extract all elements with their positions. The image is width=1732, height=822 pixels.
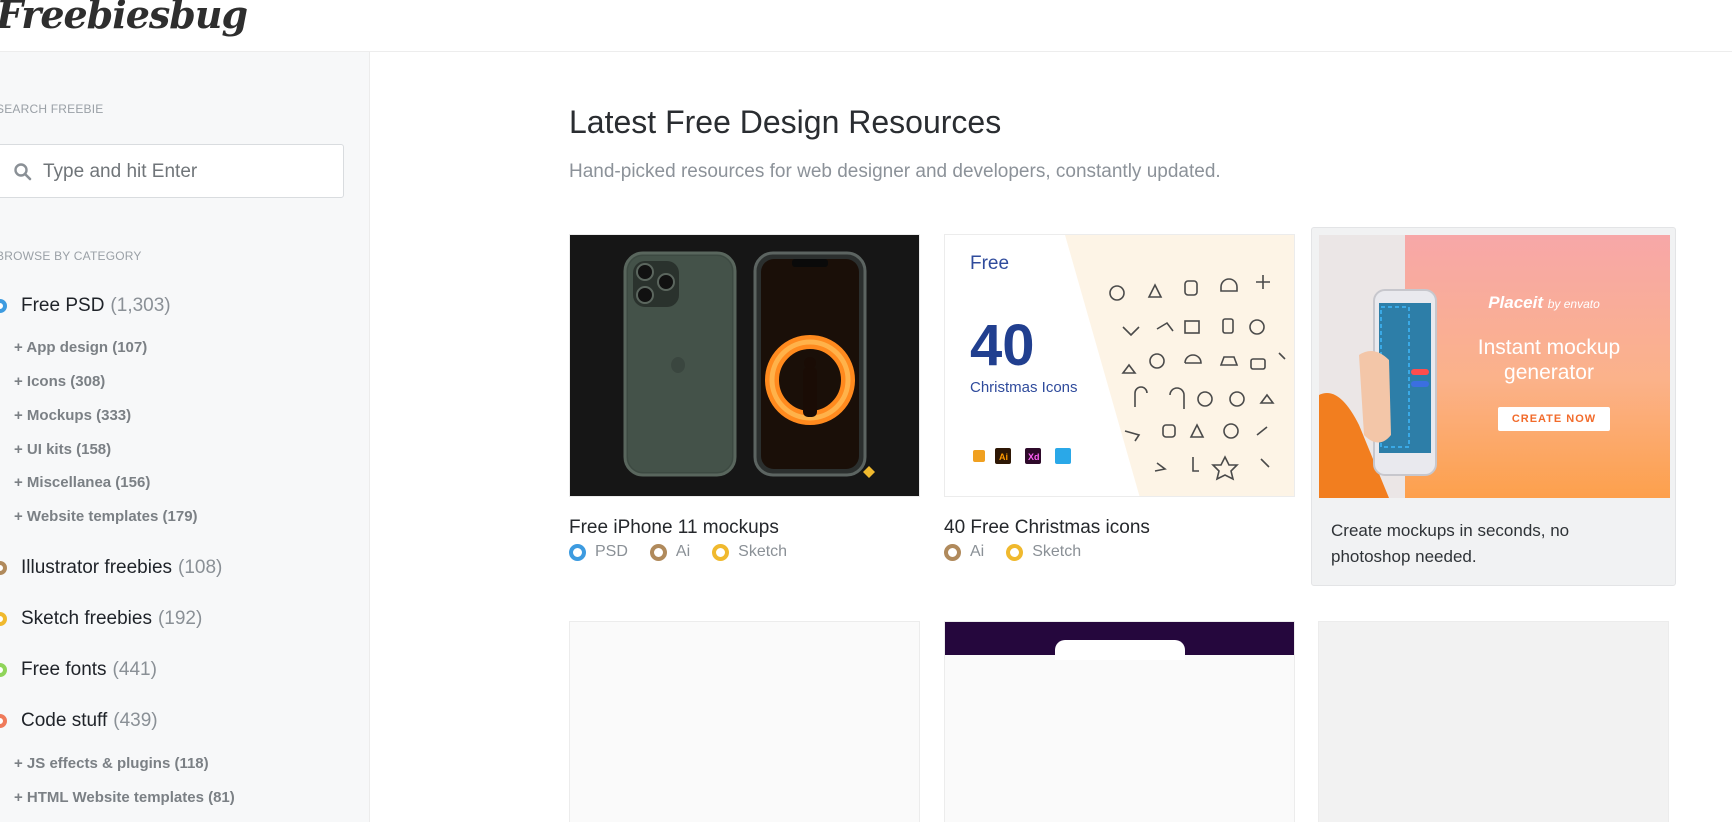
- top-bar: Freebiesbug: [0, 0, 1732, 52]
- category-count: (1,303): [110, 295, 171, 316]
- thumb-free-label: Free: [970, 253, 1010, 274]
- tag-label: Ai: [970, 543, 985, 560]
- category-code-stuff[interactable]: Code stuff (439): [0, 708, 158, 734]
- subcategory-js-effects[interactable]: + JS effects & plugins (118): [14, 755, 209, 772]
- category-free-psd[interactable]: Free PSD (1,303): [0, 293, 171, 319]
- card-placeholder[interactable]: [569, 621, 920, 822]
- page-title: Latest Free Design Resources: [569, 104, 1002, 140]
- search-icon: [14, 163, 32, 181]
- tag-dot-icon: [569, 543, 586, 561]
- ad-description[interactable]: Create mockups in seconds, no photoshop …: [1331, 518, 1631, 570]
- ad-brand-suffix: by envato: [1547, 297, 1600, 311]
- resource-card-christmas-icons[interactable]: Ai Xd Free 40 Christmas Icons 40 Free Ch…: [944, 234, 1295, 561]
- page-subtitle: Hand-picked resources for web designer a…: [569, 161, 1221, 182]
- category-dot-icon: [0, 663, 7, 677]
- thumb-caption: Christmas Icons: [970, 379, 1078, 396]
- card-title[interactable]: 40 Free Christmas icons: [944, 517, 1150, 539]
- svg-text:Xd: Xd: [1028, 452, 1040, 462]
- ad-brand: Placeit by envato: [1419, 293, 1669, 313]
- subcategory-website-templates[interactable]: + Website templates (179): [14, 508, 198, 525]
- placeholder-banner: [945, 622, 1294, 660]
- ad-brand-name: Placeit: [1488, 293, 1544, 312]
- category-name: Sketch freebies: [21, 608, 152, 629]
- search-label: SEARCH FREEBIE: [0, 102, 104, 116]
- category-name: Free PSD: [21, 295, 105, 316]
- tag-label: PSD: [595, 543, 628, 560]
- sponsored-ad-card[interactable]: Placeit by envato Instant mockup generat…: [1311, 227, 1676, 586]
- category-count: (439): [113, 710, 158, 731]
- placeholder-phone: [1055, 640, 1185, 660]
- card-placeholder[interactable]: [944, 621, 1295, 822]
- category-name: Illustrator freebies: [21, 557, 173, 578]
- iphone-mockup-image: [623, 251, 875, 478]
- category-dot-icon: [0, 561, 7, 575]
- card-placeholder[interactable]: [1318, 621, 1669, 822]
- tag-dot-icon: [1006, 543, 1024, 561]
- ad-cta-button[interactable]: CREATE NOW: [1498, 407, 1610, 431]
- card-thumbnail[interactable]: [569, 234, 920, 497]
- category-count: (441): [112, 659, 157, 680]
- card-thumbnail[interactable]: Ai Xd Free 40 Christmas Icons: [944, 234, 1295, 497]
- category-illustrator-freebies[interactable]: Illustrator freebies (108): [0, 555, 222, 581]
- browse-label: BROWSE BY CATEGORY: [0, 249, 142, 263]
- tag-ai[interactable]: Ai: [649, 543, 691, 561]
- card-tags: Ai Sketch: [944, 543, 1081, 561]
- sidebar: SEARCH FREEBIE BROWSE BY CATEGORY Free P…: [0, 52, 370, 822]
- tag-dot-icon: [944, 543, 961, 561]
- search-input[interactable]: [43, 157, 333, 187]
- tag-ai[interactable]: Ai: [944, 543, 984, 561]
- ad-headline: Instant mockup generator: [1477, 336, 1621, 384]
- category-name: Code stuff: [21, 710, 108, 731]
- tag-dot-icon: [712, 543, 730, 561]
- category-dot-icon: [0, 612, 7, 626]
- card-title[interactable]: Free iPhone 11 mockups: [569, 517, 779, 539]
- search-box[interactable]: [0, 144, 344, 198]
- tag-label: Sketch: [738, 543, 788, 560]
- resource-card-iphone-mockups[interactable]: Free iPhone 11 mockups PSD Ai Sketch: [569, 234, 920, 561]
- subcategory-app-design[interactable]: + App design (107): [14, 339, 147, 356]
- svg-text:Ai: Ai: [999, 452, 1008, 462]
- tag-sketch[interactable]: Sketch: [712, 543, 787, 561]
- tag-label: Ai: [675, 543, 691, 560]
- tag-psd[interactable]: PSD: [569, 543, 628, 561]
- site-logo[interactable]: Freebiesbug: [0, 0, 248, 37]
- tag-sketch[interactable]: Sketch: [1006, 543, 1081, 561]
- category-sketch-freebies[interactable]: Sketch freebies (192): [0, 606, 202, 632]
- card-tags: PSD Ai Sketch: [569, 543, 787, 561]
- category-dot-icon: [0, 714, 7, 728]
- category-count: (192): [157, 608, 203, 629]
- subcategory-miscellanea[interactable]: + Miscellanea (156): [14, 474, 150, 491]
- tag-label: Sketch: [1032, 543, 1082, 560]
- category-dot-icon: [0, 299, 7, 313]
- subcategory-mockups[interactable]: + Mockups (333): [14, 407, 131, 424]
- subcategory-html-templates[interactable]: + HTML Website templates (81): [14, 789, 235, 806]
- tag-dot-icon: [649, 543, 667, 561]
- category-count: (108): [178, 557, 223, 578]
- subcategory-icons[interactable]: + Icons (308): [14, 373, 105, 390]
- subcategory-ui-kits[interactable]: + UI kits (158): [14, 441, 111, 458]
- ad-banner[interactable]: Placeit by envato Instant mockup generat…: [1319, 235, 1670, 498]
- category-free-fonts[interactable]: Free fonts (441): [0, 657, 157, 683]
- category-name: Free fonts: [21, 659, 107, 680]
- thumb-number: 40: [970, 313, 1035, 378]
